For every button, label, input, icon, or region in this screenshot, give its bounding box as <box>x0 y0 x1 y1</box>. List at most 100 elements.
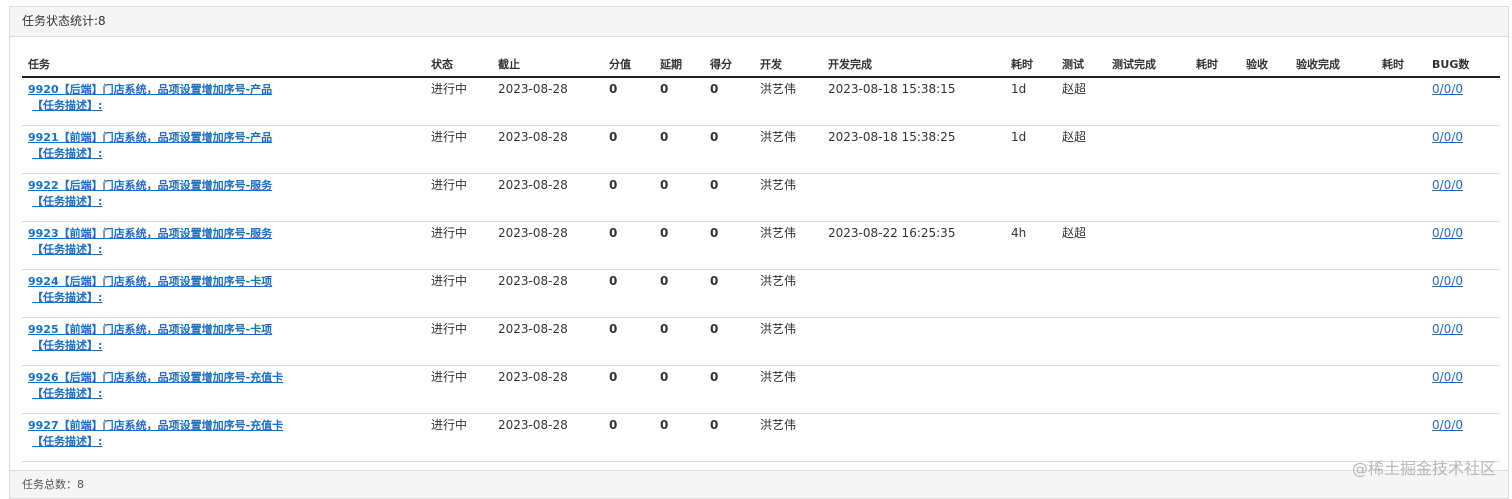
col-header-dev-done: 开发完成 <box>822 52 1005 78</box>
task-title: 9924【后端】门店系统，品项设置增加序号-卡项 <box>28 275 273 288</box>
tester-cell <box>1056 317 1106 366</box>
task-link[interactable]: 9923【前端】门店系统，品项设置增加序号-服务 【任务描述】: <box>28 227 419 258</box>
bug-count-link[interactable]: 0/0/0 <box>1432 226 1463 240</box>
accept-done-cell <box>1290 317 1376 366</box>
panel-footer-total: 任务总数：8 <box>10 470 1508 498</box>
status-cell: 进行中 <box>425 269 492 318</box>
bug-count-link[interactable]: 0/0/0 <box>1432 130 1463 144</box>
status-cell: 进行中 <box>425 365 492 414</box>
table-row: 9920【后端】门店系统，品项设置增加序号-产品 【任务描述】: 进行中 2023… <box>22 77 1500 126</box>
task-cell: 9920【后端】门店系统，品项设置增加序号-产品 【任务描述】: <box>22 77 425 126</box>
col-header-score: 得分 <box>704 52 754 78</box>
dev-done-cell <box>822 173 1005 222</box>
dev-cell: 洪艺伟 <box>754 365 822 414</box>
deadline-cell: 2023-08-28 <box>492 77 603 126</box>
acceptor-cell <box>1240 365 1290 414</box>
bug-count-link[interactable]: 0/0/0 <box>1432 274 1463 288</box>
score-value-cell: 0 <box>603 125 654 174</box>
bug-count-link[interactable]: 0/0/0 <box>1432 322 1463 336</box>
bugs-cell: 0/0/0 <box>1426 317 1500 366</box>
bug-count-link[interactable]: 0/0/0 <box>1432 418 1463 432</box>
score-cell: 0 <box>704 365 754 414</box>
score-value-cell: 0 <box>603 413 654 462</box>
tester-cell <box>1056 269 1106 318</box>
test-time-cell <box>1190 221 1240 270</box>
delay-cell: 0 <box>654 77 704 126</box>
score-cell: 0 <box>704 413 754 462</box>
score-value-cell: 0 <box>603 365 654 414</box>
acceptor-cell <box>1240 221 1290 270</box>
task-title: 9925【前端】门店系统，品项设置增加序号-卡项 <box>28 323 273 336</box>
task-link[interactable]: 9925【前端】门店系统，品项设置增加序号-卡项 【任务描述】: <box>28 323 419 354</box>
bugs-cell: 0/0/0 <box>1426 269 1500 318</box>
bug-count-link[interactable]: 0/0/0 <box>1432 370 1463 384</box>
accept-done-cell <box>1290 173 1376 222</box>
col-header-accept-done: 验收完成 <box>1290 52 1376 78</box>
dev-time-cell <box>1005 365 1056 414</box>
col-header-deadline: 截止 <box>492 52 603 78</box>
accept-time-cell <box>1376 269 1426 318</box>
deadline-cell: 2023-08-28 <box>492 365 603 414</box>
delay-cell: 0 <box>654 365 704 414</box>
table-row: 9924【后端】门店系统，品项设置增加序号-卡项 【任务描述】: 进行中 2023… <box>22 269 1500 318</box>
accept-done-cell <box>1290 221 1376 270</box>
delay-cell: 0 <box>654 317 704 366</box>
task-table: 任务 状态 截止 分值 延期 得分 开发 开发完成 耗时 测试 测试完成 耗时 … <box>22 52 1500 462</box>
col-header-accept-time: 耗时 <box>1376 52 1426 78</box>
dev-cell: 洪艺伟 <box>754 77 822 126</box>
score-value-cell: 0 <box>603 317 654 366</box>
score-value-cell: 0 <box>603 221 654 270</box>
score-cell: 0 <box>704 173 754 222</box>
table-row: 9922【后端】门店系统，品项设置增加序号-服务 【任务描述】: 进行中 2023… <box>22 173 1500 222</box>
deadline-cell: 2023-08-28 <box>492 317 603 366</box>
dev-done-cell <box>822 413 1005 462</box>
bugs-cell: 0/0/0 <box>1426 77 1500 126</box>
task-description: 【任务描述】: <box>32 387 103 400</box>
test-time-cell <box>1190 125 1240 174</box>
task-link[interactable]: 9927【前端】门店系统，品项设置增加序号-充值卡 【任务描述】: <box>28 419 419 450</box>
score-value-cell: 0 <box>603 77 654 126</box>
tester-cell: 赵超 <box>1056 77 1106 126</box>
deadline-cell: 2023-08-28 <box>492 125 603 174</box>
task-link[interactable]: 9920【后端】门店系统，品项设置增加序号-产品 【任务描述】: <box>28 83 419 114</box>
task-cell: 9923【前端】门店系统，品项设置增加序号-服务 【任务描述】: <box>22 221 425 270</box>
score-cell: 0 <box>704 221 754 270</box>
score-cell: 0 <box>704 269 754 318</box>
dev-cell: 洪艺伟 <box>754 269 822 318</box>
dev-cell: 洪艺伟 <box>754 221 822 270</box>
score-cell: 0 <box>704 77 754 126</box>
task-table-container: 任务 状态 截止 分值 延期 得分 开发 开发完成 耗时 测试 测试完成 耗时 … <box>22 52 1500 462</box>
task-link[interactable]: 9924【后端】门店系统，品项设置增加序号-卡项 【任务描述】: <box>28 275 419 306</box>
panel-title: 任务状态统计:8 <box>10 7 1508 37</box>
score-cell: 0 <box>704 317 754 366</box>
status-cell: 进行中 <box>425 221 492 270</box>
accept-done-cell <box>1290 125 1376 174</box>
task-description: 【任务描述】: <box>32 435 103 448</box>
bugs-cell: 0/0/0 <box>1426 125 1500 174</box>
task-description: 【任务描述】: <box>32 195 103 208</box>
dev-time-cell: 4h <box>1005 221 1056 270</box>
accept-time-cell <box>1376 173 1426 222</box>
col-header-dev-time: 耗时 <box>1005 52 1056 78</box>
accept-done-cell <box>1290 77 1376 126</box>
status-cell: 进行中 <box>425 125 492 174</box>
dev-done-cell <box>822 317 1005 366</box>
table-row: 9926【后端】门店系统，品项设置增加序号-充值卡 【任务描述】: 进行中 202… <box>22 365 1500 414</box>
table-row: 9925【前端】门店系统，品项设置增加序号-卡项 【任务描述】: 进行中 2023… <box>22 317 1500 366</box>
task-link[interactable]: 9922【后端】门店系统，品项设置增加序号-服务 【任务描述】: <box>28 179 419 210</box>
task-link[interactable]: 9926【后端】门店系统，品项设置增加序号-充值卡 【任务描述】: <box>28 371 419 402</box>
task-link[interactable]: 9921【前端】门店系统，品项设置增加序号-产品 【任务描述】: <box>28 131 419 162</box>
task-stats-panel: 任务状态统计:8 任务 状态 截止 分值 延期 得分 开发 开发完成 耗时 测试… <box>9 6 1509 499</box>
deadline-cell: 2023-08-28 <box>492 173 603 222</box>
test-time-cell <box>1190 77 1240 126</box>
test-time-cell <box>1190 317 1240 366</box>
dev-cell: 洪艺伟 <box>754 173 822 222</box>
acceptor-cell <box>1240 125 1290 174</box>
bug-count-link[interactable]: 0/0/0 <box>1432 178 1463 192</box>
dev-cell: 洪艺伟 <box>754 125 822 174</box>
col-header-test-time: 耗时 <box>1190 52 1240 78</box>
bug-count-link[interactable]: 0/0/0 <box>1432 82 1463 96</box>
col-header-acceptor: 验收 <box>1240 52 1290 78</box>
dev-time-cell: 1d <box>1005 77 1056 126</box>
test-done-cell <box>1106 413 1190 462</box>
